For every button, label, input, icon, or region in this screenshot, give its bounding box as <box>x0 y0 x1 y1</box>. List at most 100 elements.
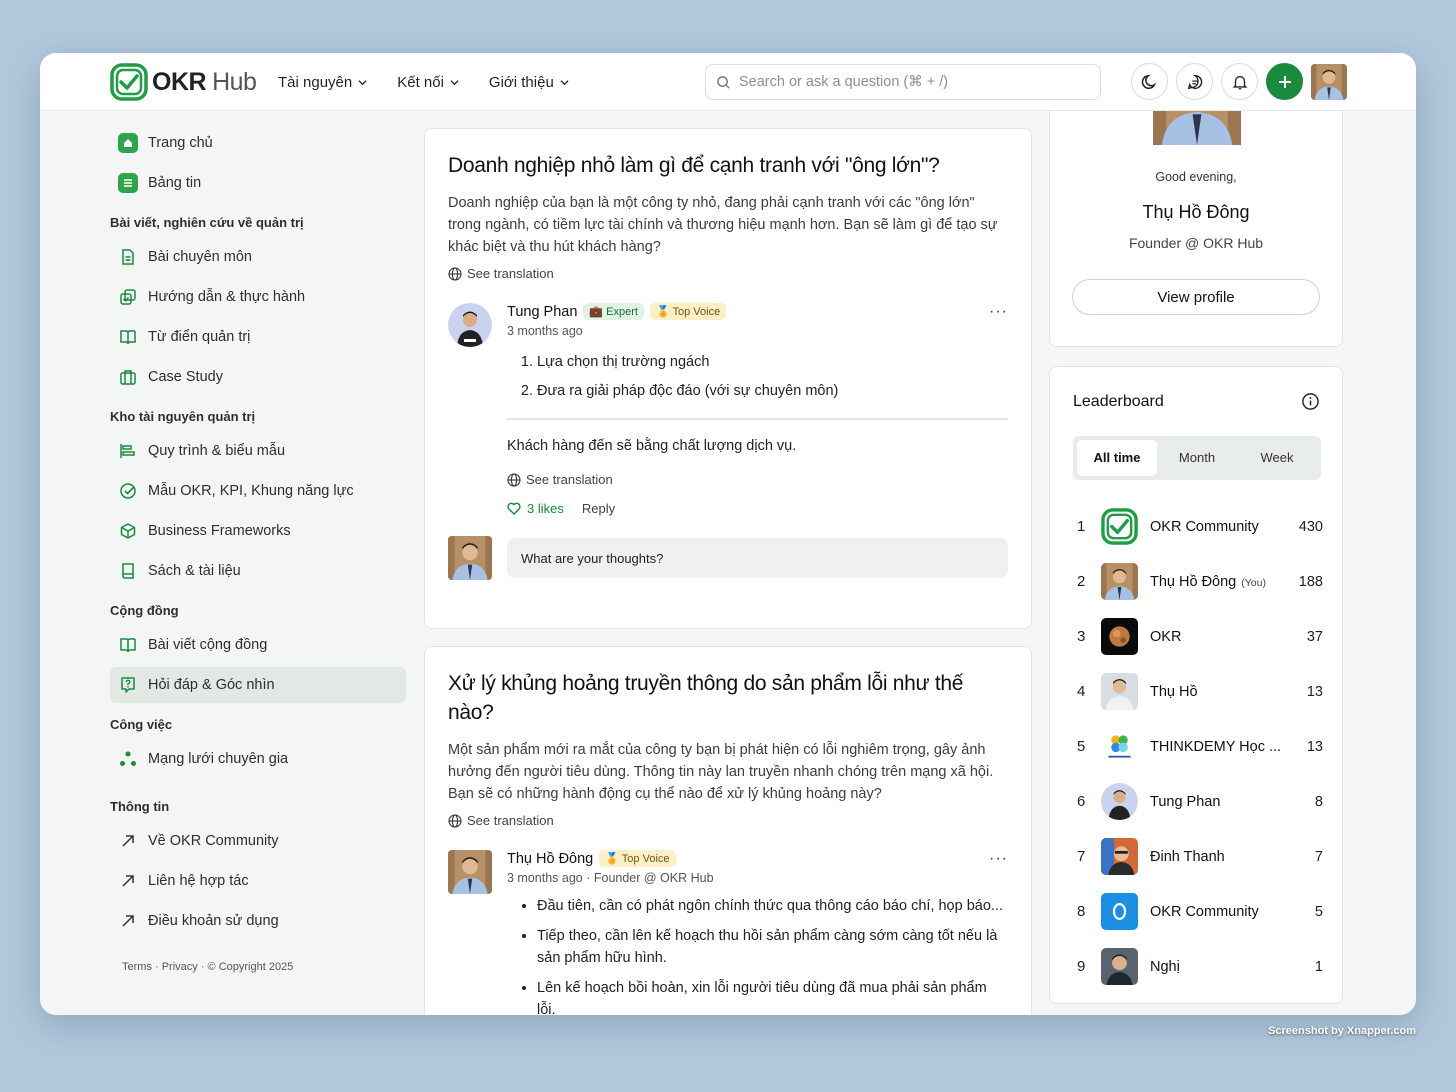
sidebar-item-community-posts[interactable]: Bài viết cộng đồng <box>110 627 406 663</box>
sidebar-item-okr-templates[interactable]: Mẫu OKR, KPI, Khung năng lực <box>110 473 406 509</box>
leaderboard-tabs: All time Month Week <box>1073 436 1321 480</box>
sidebar-item-feed[interactable]: Bảng tin <box>110 165 406 201</box>
left-sidebar: Trang chủ Bảng tin Bài viết, nghiên cứu … <box>110 125 406 973</box>
chevron-down-icon <box>450 79 459 85</box>
sidebar-item-partnership[interactable]: Liên hệ hợp tác <box>110 863 406 899</box>
brand-logo[interactable]: OKR Hub <box>110 63 257 101</box>
question-card: Doanh nghiệp nhỏ làm gì để cạnh tranh vớ… <box>424 128 1032 629</box>
view-profile-button[interactable]: View profile <box>1072 279 1320 315</box>
score: 8 <box>1314 793 1323 810</box>
sidebar-item-home[interactable]: Trang chủ <box>110 125 406 161</box>
answer-list: Lựa chọn thị trường ngách Đưa ra giải ph… <box>507 348 1008 406</box>
leaderboard-row[interactable]: 4 Thụ Hồ 13 <box>1073 664 1323 719</box>
search-icon <box>717 75 730 89</box>
globe-icon <box>507 472 521 487</box>
see-translation-link[interactable]: See translation <box>448 813 1008 828</box>
list-item: Đưa ra giải pháp độc đáo (với sự chuyên … <box>537 377 1008 406</box>
network-icon <box>118 749 138 769</box>
sidebar-footer-links[interactable]: Terms · Privacy · © Copyright 2025 <box>110 961 406 973</box>
sidebar-item-articles[interactable]: Bài chuyên môn <box>110 239 406 275</box>
member-avatar <box>1101 563 1138 600</box>
see-translation-label: See translation <box>467 813 554 828</box>
search-input[interactable] <box>739 74 1079 90</box>
leaderboard-row[interactable]: 6 Tung Phan 8 <box>1073 774 1323 829</box>
user-avatar[interactable] <box>1311 63 1347 100</box>
leaderboard-row[interactable]: 1 OKR Community 430 <box>1073 499 1323 554</box>
member-name: Đinh Thanh <box>1150 848 1225 865</box>
planet-avatar <box>1101 618 1138 655</box>
sidebar-item-terms[interactable]: Điều khoản sử dụng <box>110 903 406 939</box>
author-name[interactable]: Thụ Hồ Đông <box>507 851 593 867</box>
avatar-photo <box>448 303 492 347</box>
sidebar-item-label: Bài chuyên môn <box>148 249 252 265</box>
top-menu: Tài nguyên Kết nối Giới thiệu <box>278 53 569 111</box>
member-avatar <box>1101 838 1138 875</box>
tab-all-time[interactable]: All time <box>1077 440 1157 476</box>
question-title[interactable]: Doanh nghiệp nhỏ làm gì để cạnh tranh vớ… <box>448 151 1008 180</box>
score: 1 <box>1314 958 1323 975</box>
notifications-button[interactable] <box>1221 63 1258 100</box>
member-name: THINKDEMY Học ... <box>1150 738 1282 755</box>
avatar-photo <box>448 850 492 894</box>
see-translation-link[interactable]: See translation <box>448 266 1008 281</box>
tab-month[interactable]: Month <box>1157 440 1237 476</box>
more-options-icon[interactable]: ··· <box>989 850 1008 868</box>
question-title[interactable]: Xử lý khủng hoảng truyền thông do sản ph… <box>448 669 998 727</box>
arrow-up-right-icon <box>118 911 138 931</box>
info-icon[interactable] <box>1301 392 1320 411</box>
leaderboard-card: Leaderboard All time Month Week 1 OKR Co… <box>1049 366 1343 1004</box>
list-item: Đầu tiên, cần có phát ngôn chính thức qu… <box>537 895 1008 917</box>
tab-week[interactable]: Week <box>1237 440 1317 476</box>
sidebar-item-label: Liên hệ hợp tác <box>148 873 249 889</box>
score: 37 <box>1306 628 1323 645</box>
leaderboard-row[interactable]: 8 OKR Community 5 <box>1073 884 1323 939</box>
leaderboard-row[interactable]: 7 Đinh Thanh 7 <box>1073 829 1323 884</box>
answer-meta: 3 months ago <box>507 324 583 338</box>
member-avatar <box>1101 673 1138 710</box>
author-avatar[interactable] <box>448 303 492 347</box>
sidebar-item-expert-network[interactable]: Mạng lưới chuyên gia <box>110 741 406 777</box>
list-icon <box>118 173 138 193</box>
sidebar-item-qa[interactable]: Hỏi đáp & Góc nhìn <box>110 667 406 703</box>
leaderboard-row[interactable]: 9 Nghị 1 <box>1073 939 1323 994</box>
book-icon <box>118 561 138 581</box>
more-options-icon[interactable]: ··· <box>989 303 1008 321</box>
rank: 8 <box>1077 903 1086 920</box>
messages-button[interactable] <box>1176 63 1213 100</box>
leaderboard-row[interactable]: 5 THINKDEMY Học ... 13 <box>1073 719 1323 774</box>
top-navbar: OKR Hub Tài nguyên Kết nối Giới thiệu <box>40 53 1416 111</box>
sidebar-item-case-study[interactable]: Case Study <box>110 359 406 395</box>
menu-ket-noi[interactable]: Kết nối <box>397 74 459 91</box>
menu-gioi-thieu[interactable]: Giới thiệu <box>489 74 569 91</box>
see-translation-link[interactable]: See translation <box>507 472 1008 487</box>
leaderboard-row[interactable]: 3 OKR 37 <box>1073 609 1323 664</box>
sidebar-item-dictionary[interactable]: Từ điển quản trị <box>110 319 406 355</box>
sidebar-item-books[interactable]: Sách & tài liệu <box>110 553 406 589</box>
app-window: OKR Hub Tài nguyên Kết nối Giới thiệu Se… <box>40 53 1416 1015</box>
bell-icon <box>1232 75 1247 89</box>
top-voice-badge: 🏅 Top Voice <box>599 850 676 867</box>
leaderboard-row[interactable]: 2 Thụ Hồ Đông (You) 188 <box>1073 554 1323 609</box>
sidebar-item-label: Business Frameworks <box>148 523 291 539</box>
answer-meta: 3 months ago · Founder @ OKR Hub <box>507 871 714 885</box>
rank: 5 <box>1077 738 1086 755</box>
moon-icon <box>1141 74 1156 89</box>
sidebar-item-about[interactable]: Về OKR Community <box>110 823 406 859</box>
like-button[interactable]: 3 likes <box>507 501 564 516</box>
briefcase-icon <box>118 367 138 387</box>
menu-tai-nguyen[interactable]: Tài nguyên <box>278 74 367 91</box>
sidebar-item-guides[interactable]: Hướng dẫn & thực hành <box>110 279 406 315</box>
sidebar-item-label: Hỏi đáp & Góc nhìn <box>148 677 275 693</box>
reply-button[interactable]: Reply <box>582 501 615 516</box>
sidebar-item-process-templates[interactable]: Quy trình & biểu mẫu <box>110 433 406 469</box>
book-open-icon <box>118 327 138 347</box>
question-body: Doanh nghiệp của bạn là một công ty nhỏ,… <box>448 195 998 255</box>
comment-input[interactable]: What are your thoughts? <box>507 538 1008 578</box>
create-button[interactable] <box>1266 63 1303 100</box>
profile-name: Thụ Hồ Đông <box>1142 202 1250 222</box>
author-avatar[interactable] <box>448 850 492 894</box>
dark-mode-button[interactable] <box>1131 63 1168 100</box>
score: 188 <box>1298 573 1323 590</box>
sidebar-item-frameworks[interactable]: Business Frameworks <box>110 513 406 549</box>
author-name[interactable]: Tung Phan <box>507 304 577 320</box>
